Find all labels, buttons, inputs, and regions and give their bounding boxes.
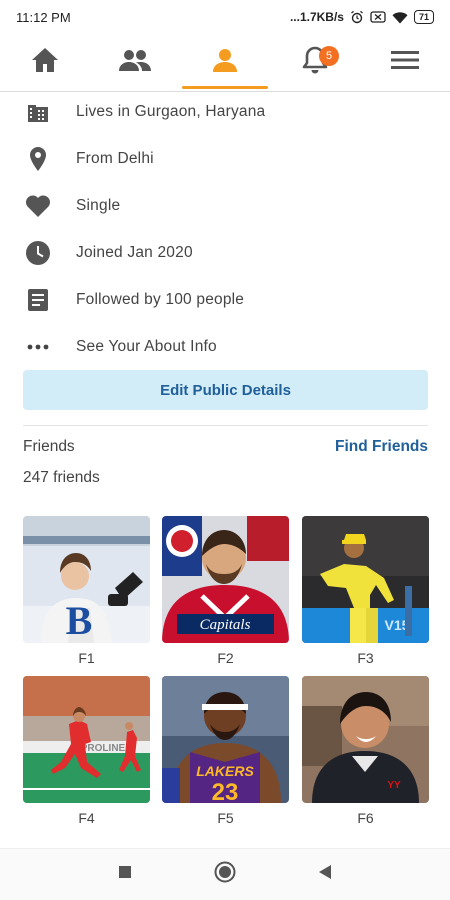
back-button[interactable]	[318, 864, 332, 885]
svg-text:Capitals: Capitals	[200, 617, 251, 633]
status-bar: 11:12 PM ...1.7KB/s 71	[0, 0, 450, 34]
recent-apps-button[interactable]	[118, 865, 132, 884]
tab-home[interactable]	[0, 34, 90, 91]
svg-text:YY: YY	[387, 780, 401, 791]
status-time: 11:12 PM	[16, 9, 71, 25]
wifi-icon	[392, 11, 408, 24]
hamburger-menu-icon	[391, 50, 419, 75]
friend-card[interactable]: Capitals F2	[162, 516, 289, 666]
tab-menu[interactable]	[360, 34, 450, 91]
see-about-info-link[interactable]: See Your About Info	[76, 338, 217, 356]
home-icon	[30, 46, 60, 79]
friend-card[interactable]: YY F6	[302, 676, 429, 826]
info-text: Joined Jan 2020	[76, 243, 193, 261]
friends-count: 247 friends	[23, 469, 100, 486]
system-nav-bar	[0, 848, 450, 900]
friend-card[interactable]: V15 F3	[302, 516, 429, 666]
info-row-followers: Followed by 100 people	[0, 276, 450, 323]
tab-profile[interactable]	[180, 34, 270, 91]
friend-name: F4	[78, 810, 95, 826]
battery-icon: 71	[413, 10, 434, 24]
friend-photo[interactable]: YY	[302, 676, 429, 803]
info-row-joined: Joined Jan 2020	[0, 229, 450, 276]
building-icon	[24, 98, 52, 126]
svg-text:LAKERS: LAKERS	[196, 763, 254, 779]
tab-notifications[interactable]: 5	[270, 34, 360, 91]
friend-photo[interactable]: V15	[302, 516, 429, 643]
document-icon	[24, 286, 52, 314]
friend-photo[interactable]: LAKERS 23	[162, 676, 289, 803]
friend-photo[interactable]: PROLINE	[23, 676, 150, 803]
divider	[23, 425, 428, 426]
alarm-icon	[350, 10, 364, 24]
info-row-from: From Delhi	[0, 135, 450, 182]
info-text: Single	[76, 196, 121, 214]
friends-heading: Friends	[23, 438, 75, 455]
heart-icon	[24, 192, 52, 220]
about-info-list: Lives in Gurgaon, Haryana From Delhi Sin…	[0, 88, 450, 370]
friend-card[interactable]: LAKERS 23 F5	[162, 676, 289, 826]
square-icon	[119, 866, 131, 878]
edit-public-details-button[interactable]: Edit Public Details	[23, 370, 428, 410]
friend-name: F5	[217, 810, 234, 826]
person-icon	[212, 47, 238, 78]
circle-icon	[214, 861, 236, 883]
svg-text:23: 23	[212, 779, 239, 803]
friend-name: F6	[357, 810, 374, 826]
info-row-lives-in: Lives in Gurgaon, Haryana	[0, 88, 450, 135]
status-icons: ...1.7KB/s 71	[290, 10, 434, 24]
friend-name: F3	[357, 650, 374, 666]
svg-text:PROLINE: PROLINE	[81, 743, 126, 754]
clock-icon	[24, 239, 52, 267]
location-pin-icon	[24, 145, 52, 173]
friend-name: F1	[78, 650, 95, 666]
friend-photo[interactable]: B	[23, 516, 150, 643]
info-text: Lives in Gurgaon, Haryana	[76, 102, 266, 120]
friend-photo[interactable]: Capitals	[162, 516, 289, 643]
friend-name: F2	[217, 650, 234, 666]
notification-badge: 5	[319, 46, 339, 66]
info-text: Followed by 100 people	[76, 290, 245, 308]
top-nav: 5	[0, 34, 450, 92]
find-friends-link[interactable]: Find Friends	[335, 438, 428, 456]
sim-off-icon	[370, 11, 386, 23]
people-icon	[118, 48, 152, 77]
tab-friends[interactable]	[90, 34, 180, 91]
info-row-relationship: Single	[0, 182, 450, 229]
info-row-see-about[interactable]: See Your About Info	[0, 323, 450, 370]
more-dots-icon	[24, 333, 52, 361]
network-speed: ...1.7KB/s	[289, 10, 344, 24]
info-text: From Delhi	[76, 149, 154, 167]
svg-text:B: B	[66, 598, 93, 643]
triangle-back-icon	[319, 865, 331, 879]
friend-card[interactable]: PROLINE F4	[23, 676, 150, 826]
friend-card[interactable]: B F1	[23, 516, 150, 666]
home-button[interactable]	[214, 861, 236, 888]
